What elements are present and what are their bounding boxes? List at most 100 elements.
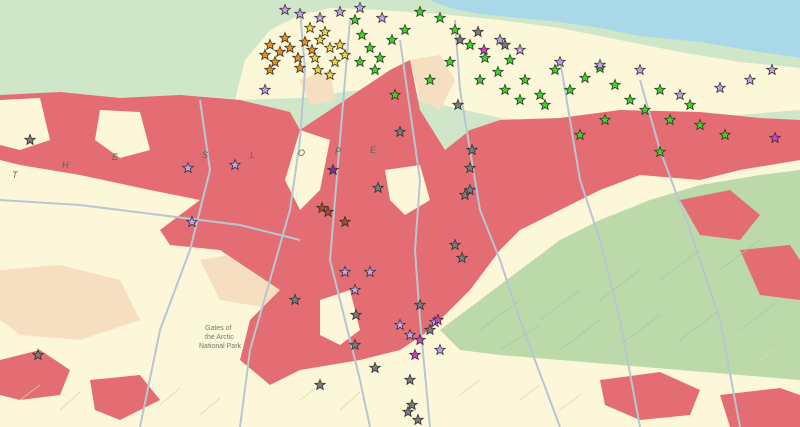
star-marker-gray[interactable] (403, 373, 417, 386)
star-marker-lavender[interactable] (313, 11, 327, 24)
star-marker-gray[interactable] (423, 323, 437, 336)
star-marker-green[interactable] (653, 145, 667, 158)
star-marker-yellow[interactable] (323, 41, 337, 54)
star-marker-yellow[interactable] (328, 55, 342, 68)
star-marker-gray[interactable] (455, 251, 469, 264)
star-marker-lavender[interactable] (293, 7, 307, 20)
star-marker-gray[interactable] (413, 298, 427, 311)
star-marker-orange[interactable] (268, 55, 282, 68)
star-marker-orange[interactable] (293, 61, 307, 74)
star-marker-green[interactable] (533, 88, 547, 101)
star-marker-green[interactable] (443, 55, 457, 68)
star-marker-green[interactable] (608, 78, 622, 91)
star-marker-magenta[interactable] (768, 131, 782, 144)
star-marker-green[interactable] (433, 11, 447, 24)
star-marker-gray[interactable] (453, 33, 467, 46)
star-marker-green[interactable] (718, 128, 732, 141)
star-marker-gray[interactable] (23, 133, 37, 146)
star-marker-lavender[interactable] (258, 83, 272, 96)
star-marker-lavender[interactable] (353, 1, 367, 14)
star-marker-green[interactable] (578, 71, 592, 84)
star-marker-green[interactable] (423, 73, 437, 86)
star-marker-green[interactable] (353, 55, 367, 68)
star-marker-yellow[interactable] (323, 68, 337, 81)
star-marker-lavender[interactable] (513, 43, 527, 56)
star-marker-green[interactable] (363, 41, 377, 54)
star-marker-lavender[interactable] (185, 215, 199, 228)
star-marker-green[interactable] (693, 118, 707, 131)
star-marker-gray[interactable] (31, 348, 45, 361)
star-marker-gray[interactable] (451, 98, 465, 111)
star-marker-lavender[interactable] (181, 161, 195, 174)
star-marker-lavender[interactable] (348, 283, 362, 296)
star-marker-green[interactable] (473, 73, 487, 86)
star-marker-lavender[interactable] (403, 328, 417, 341)
star-marker-yellow[interactable] (308, 51, 322, 64)
star-marker-green[interactable] (368, 63, 382, 76)
star-marker-lavender[interactable] (278, 3, 292, 16)
star-marker-lavender[interactable] (673, 88, 687, 101)
star-marker-green[interactable] (563, 83, 577, 96)
star-marker-green[interactable] (513, 93, 527, 106)
star-marker-lavender[interactable] (633, 63, 647, 76)
star-marker-orange[interactable] (258, 48, 272, 61)
star-marker-gray[interactable] (288, 293, 302, 306)
star-marker-lavender[interactable] (713, 81, 727, 94)
star-marker-green[interactable] (388, 88, 402, 101)
star-marker-orange[interactable] (298, 35, 312, 48)
star-marker-orange[interactable] (263, 63, 277, 76)
star-marker-green[interactable] (373, 51, 387, 64)
star-marker-green[interactable] (398, 23, 412, 36)
star-marker-yellow[interactable] (311, 63, 325, 76)
star-marker-lavender[interactable] (765, 63, 779, 76)
star-marker-orange[interactable] (278, 31, 292, 44)
star-marker-green[interactable] (518, 73, 532, 86)
star-marker-gray[interactable] (448, 238, 462, 251)
star-marker-magenta[interactable] (413, 333, 427, 346)
star-marker-yellow[interactable] (313, 33, 327, 46)
star-marker-gray[interactable] (348, 338, 362, 351)
star-marker-magenta[interactable] (408, 348, 422, 361)
star-marker-green[interactable] (538, 98, 552, 111)
star-marker-green[interactable] (503, 53, 517, 66)
star-marker-orange[interactable] (283, 41, 297, 54)
star-marker-purple[interactable] (326, 163, 340, 176)
star-marker-green[interactable] (638, 103, 652, 116)
star-marker-gray[interactable] (411, 413, 425, 426)
star-marker-yellow[interactable] (338, 48, 352, 61)
star-marker-gray[interactable] (368, 361, 382, 374)
star-marker-orange[interactable] (273, 45, 287, 58)
star-marker-magenta[interactable] (477, 43, 491, 56)
star-marker-yellow[interactable] (303, 21, 317, 34)
star-marker-orange[interactable] (291, 51, 305, 64)
star-marker-green[interactable] (598, 113, 612, 126)
star-marker-green[interactable] (348, 13, 362, 26)
star-marker-green[interactable] (491, 65, 505, 78)
star-marker-green[interactable] (413, 5, 427, 18)
star-marker-lavender[interactable] (333, 5, 347, 18)
star-marker-yellow[interactable] (318, 25, 332, 38)
star-marker-green[interactable] (463, 38, 477, 51)
star-marker-green[interactable] (573, 128, 587, 141)
star-marker-green[interactable] (623, 93, 637, 106)
star-marker-lavender[interactable] (433, 343, 447, 356)
star-marker-gray[interactable] (465, 143, 479, 156)
star-marker-gray[interactable] (349, 308, 363, 321)
star-marker-lavender[interactable] (743, 73, 757, 86)
star-marker-lavender[interactable] (228, 158, 242, 171)
star-marker-green[interactable] (498, 83, 512, 96)
star-marker-gray[interactable] (371, 181, 385, 194)
star-marker-gray[interactable] (471, 25, 485, 38)
star-marker-lavender[interactable] (553, 55, 567, 68)
star-marker-gray[interactable] (313, 378, 327, 391)
star-marker-green[interactable] (355, 28, 369, 41)
star-marker-lavender[interactable] (375, 11, 389, 24)
star-marker-orange[interactable] (263, 38, 277, 51)
star-marker-brown[interactable] (338, 215, 352, 228)
star-marker-green[interactable] (385, 33, 399, 46)
star-marker-gray[interactable] (463, 161, 477, 174)
star-marker-green[interactable] (548, 63, 562, 76)
star-marker-green[interactable] (663, 113, 677, 126)
geologic-map[interactable]: T H E S L O P E Gates of the Arctic Nati… (0, 0, 800, 427)
star-marker-lavender[interactable] (363, 265, 377, 278)
